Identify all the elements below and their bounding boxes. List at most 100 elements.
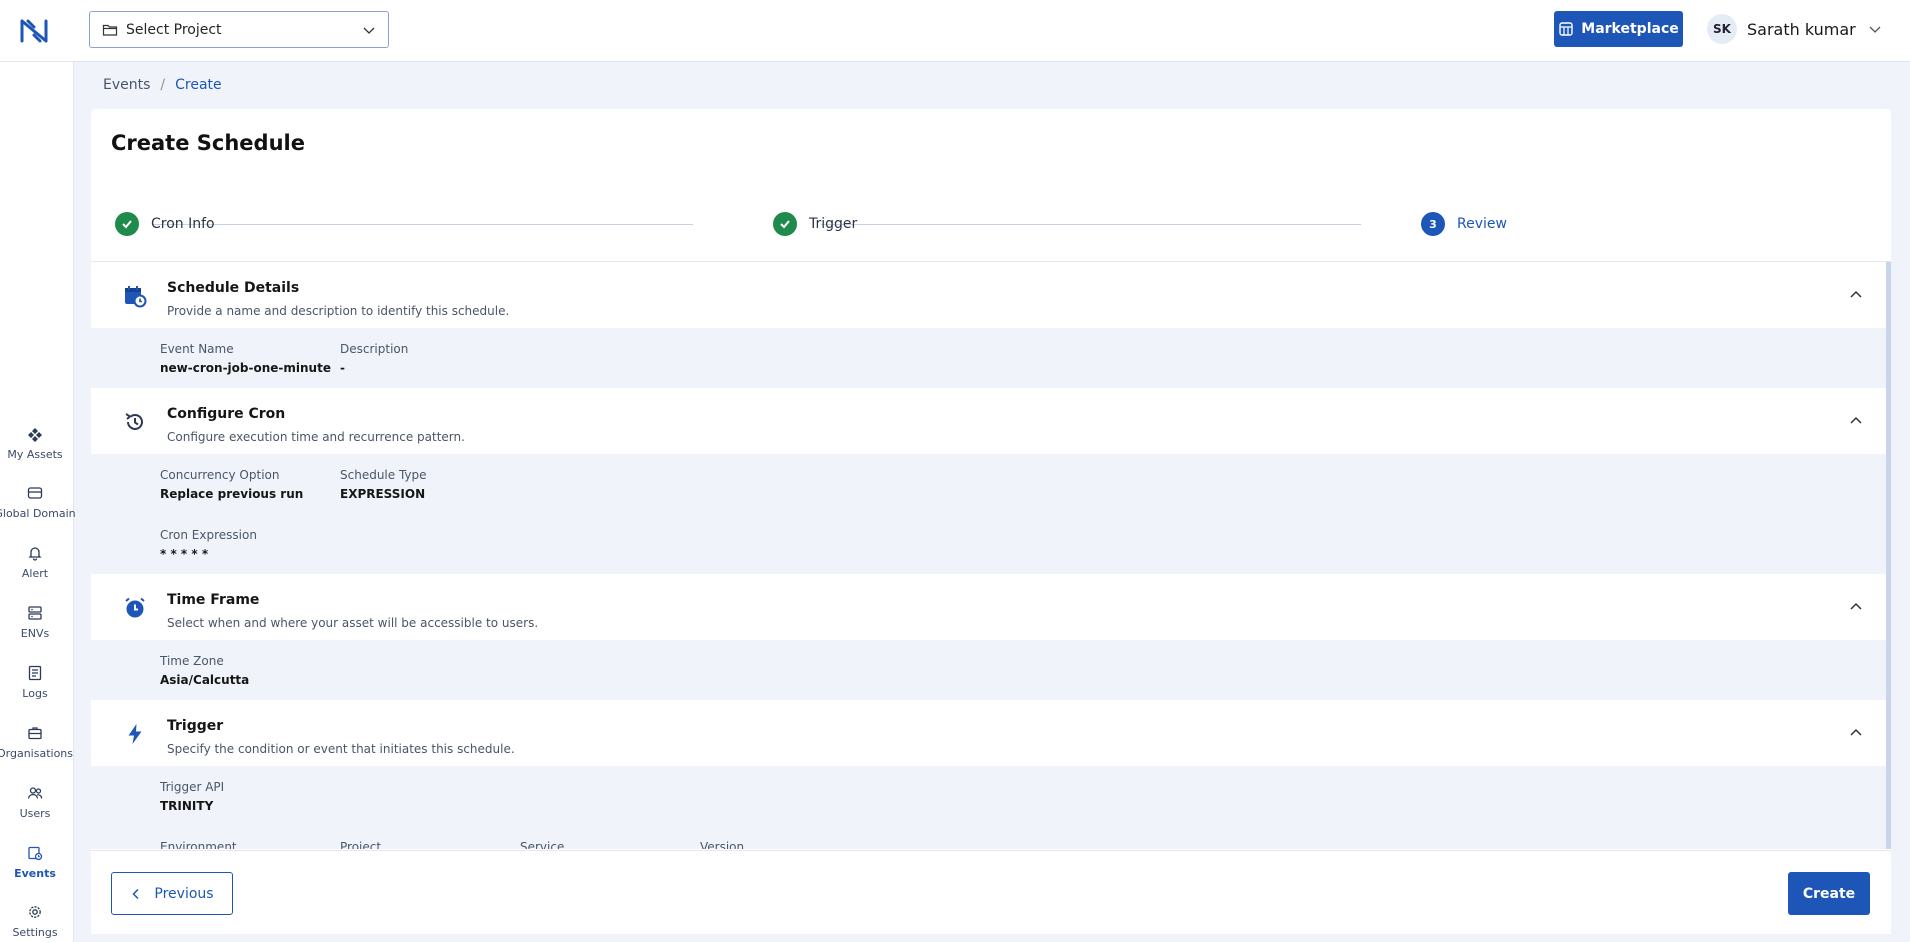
assets-icon <box>28 428 42 442</box>
scrollbar-thumb[interactable] <box>1886 262 1891 849</box>
sidebar-item-global-domain[interactable]: Global Domain <box>0 485 76 520</box>
sidebar-item-envs[interactable]: ENVs <box>0 605 70 640</box>
section-header[interactable]: Trigger Specify the condition or event t… <box>91 700 1886 766</box>
field-value: EXPRESSION <box>340 487 426 501</box>
sidebar-item-alert[interactable]: Alert <box>0 545 70 580</box>
sidebar-item-label: Global Domain <box>0 507 76 520</box>
sidebar-item-settings[interactable]: Settings <box>0 904 70 939</box>
section-subtitle: Configure execution time and recurrence … <box>167 430 465 444</box>
users-icon <box>27 787 43 799</box>
user-menu[interactable]: SK Sarath kumar <box>1707 14 1882 44</box>
sidebar-item-organisations[interactable]: Organisations <box>0 725 73 760</box>
user-name: Sarath kumar <box>1747 19 1856 39</box>
folder-icon <box>102 24 118 36</box>
scrollbar[interactable] <box>1886 262 1891 849</box>
alarm-clock-icon <box>121 594 149 622</box>
field-label: Service <box>520 840 565 849</box>
step-cron-info[interactable]: Cron Info <box>115 212 215 236</box>
gear-icon <box>29 906 41 918</box>
sidebar-item-logs[interactable]: Logs <box>0 665 70 700</box>
field-label: Event Name <box>160 342 234 356</box>
stepper: Cron Info Trigger 3 Review <box>115 212 1595 238</box>
field-value: TRINITY <box>160 799 214 813</box>
chevron-up-icon[interactable] <box>1849 414 1863 428</box>
step-number: 3 <box>1421 212 1445 236</box>
top-bar: Select Project Marketplace SK Sarath kum… <box>0 0 1910 62</box>
breadcrumb-events-link[interactable]: Events <box>103 77 150 93</box>
section-subtitle: Select when and where your asset will be… <box>167 616 539 630</box>
section-title: Trigger <box>167 718 224 734</box>
field-label: Trigger API <box>160 780 225 794</box>
field-cron-expression: Cron Expression * * * * * <box>160 528 257 561</box>
field-value: Asia/Calcutta <box>160 673 250 687</box>
store-icon <box>1559 22 1573 36</box>
create-label: Create <box>1802 885 1856 902</box>
briefcase-icon <box>28 727 42 740</box>
events-icon <box>28 846 43 861</box>
previous-button[interactable]: Previous <box>111 872 233 915</box>
page-title: Create Schedule <box>111 131 305 155</box>
section-trigger: Trigger Specify the condition or event t… <box>91 700 1886 849</box>
section-body: Time Zone Asia/Calcutta <box>91 640 1886 700</box>
field-environment: Environment <box>160 840 237 849</box>
project-select[interactable]: Select Project <box>89 11 389 48</box>
sidebar-item-label: Alert <box>21 567 49 580</box>
field-value: - <box>340 361 345 375</box>
bell-icon <box>28 547 42 561</box>
field-service: Service <box>520 840 564 849</box>
field-label: Schedule Type <box>340 468 427 482</box>
step-complete-icon <box>115 212 139 236</box>
chevron-up-icon[interactable] <box>1849 726 1863 740</box>
field-version: Version <box>700 840 744 849</box>
sidebar-item-label: My Assets <box>7 448 63 461</box>
footer-actions: Previous Create <box>91 850 1891 934</box>
chevron-up-icon[interactable] <box>1849 600 1863 614</box>
avatar: SK <box>1707 14 1737 44</box>
field-label: Time Zone <box>160 654 224 668</box>
review-content[interactable]: Schedule Details Provide a name and desc… <box>91 261 1891 849</box>
field-label: Environment <box>160 840 237 849</box>
sidebar-item-label: Events <box>14 867 56 880</box>
sidebar-item-label: ENVs <box>20 627 50 640</box>
chevron-down-icon <box>1869 26 1881 33</box>
step-label: Trigger <box>809 216 858 232</box>
sidebar-item-events[interactable]: Events <box>0 845 70 880</box>
lightning-icon <box>121 720 149 748</box>
marketplace-button[interactable]: Marketplace <box>1554 11 1683 47</box>
field-value: * * * * * <box>160 547 209 561</box>
field-concurrency-option: Concurrency Option Replace previous run <box>160 468 303 501</box>
create-button[interactable]: Create <box>1788 872 1870 915</box>
section-body: Event Name new-cron-job-one-minute Descr… <box>91 328 1886 388</box>
field-time-zone: Time Zone Asia/Calcutta <box>160 654 249 687</box>
field-schedule-type: Schedule Type EXPRESSION <box>340 468 427 501</box>
globe-icon <box>27 487 43 499</box>
field-value: Replace previous run <box>160 487 304 501</box>
field-trigger-api: Trigger API TRINITY <box>160 780 224 813</box>
calendar-clock-icon <box>121 282 149 310</box>
section-title: Configure Cron <box>167 406 286 422</box>
app-logo-icon[interactable] <box>19 17 49 45</box>
step-connector <box>821 224 1361 225</box>
sidebar-item-label: Users <box>19 807 51 820</box>
field-value: new-cron-job-one-minute <box>160 361 331 375</box>
breadcrumb-separator: / <box>160 77 166 93</box>
sidebar-item-label: Logs <box>22 687 48 700</box>
section-body: Trigger API TRINITY Environment Project … <box>91 766 1886 849</box>
section-header[interactable]: Configure Cron Configure execution time … <box>91 388 1886 454</box>
field-label: Description <box>340 342 409 356</box>
create-schedule-card: Create Schedule Cron Info Trigger 3 Revi… <box>91 109 1891 934</box>
step-review[interactable]: 3 Review <box>1421 212 1507 236</box>
step-trigger[interactable]: Trigger <box>773 212 857 236</box>
breadcrumb-current: Create <box>175 77 222 93</box>
project-select-label: Select Project <box>126 21 222 38</box>
section-header[interactable]: Time Frame Select when and where your as… <box>91 574 1886 640</box>
sidebar-item-users[interactable]: Users <box>0 785 70 820</box>
field-label: Concurrency Option <box>160 468 280 482</box>
chevron-up-icon[interactable] <box>1849 288 1863 302</box>
section-header[interactable]: Schedule Details Provide a name and desc… <box>91 262 1886 328</box>
chevron-left-icon <box>132 888 139 899</box>
step-label: Cron Info <box>151 216 215 232</box>
section-title: Schedule Details <box>167 280 300 296</box>
section-time-frame: Time Frame Select when and where your as… <box>91 574 1886 700</box>
sidebar-item-my-assets[interactable]: My Assets <box>0 426 70 461</box>
